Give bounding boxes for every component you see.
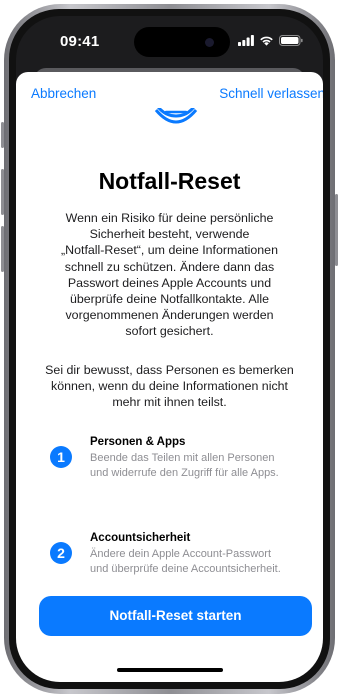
step-title: Accountsicherheit xyxy=(90,532,191,544)
volume-up-button xyxy=(1,169,4,215)
quick-exit-button[interactable]: Schnell verlassen xyxy=(219,86,323,101)
volume-down-button xyxy=(1,226,4,272)
start-emergency-reset-button[interactable]: Notfall-Reset starten xyxy=(39,596,312,636)
wifi-icon xyxy=(260,36,273,46)
status-time: 09:41 xyxy=(60,33,100,50)
power-button xyxy=(335,194,338,266)
home-indicator xyxy=(117,668,223,672)
step-description: Beende das Teilen mit allen Personen und… xyxy=(90,452,279,479)
safety-check-icon xyxy=(150,108,202,128)
action-button xyxy=(1,122,4,148)
page-title: Notfall-Reset xyxy=(98,168,241,194)
dynamic-island xyxy=(134,27,230,57)
step-description: Ändere dein Apple Account-Passwort und ü… xyxy=(90,548,281,575)
cellular-signal-icon xyxy=(238,35,254,46)
modal-sheet: Abbrechen Schnell verlassen Notfall-Rese… xyxy=(16,72,323,682)
status-bar: 09:41 xyxy=(16,16,323,70)
cancel-button[interactable]: Abbrechen xyxy=(31,86,96,101)
battery-icon xyxy=(279,35,303,46)
intro-paragraph: Wenn ein Risiko für deine persönliche Si… xyxy=(61,211,278,339)
step-number-badge: 2 xyxy=(50,542,72,564)
notice-paragraph: Sei dir bewusst, dass Personen es bemerk… xyxy=(45,363,294,410)
status-icons xyxy=(238,35,303,46)
step-number-badge: 1 xyxy=(50,446,72,468)
step-title: Personen & Apps xyxy=(90,436,186,448)
phone-screen: 09:41 Abbrechen Schnell verlassen Notfal… xyxy=(16,16,323,682)
